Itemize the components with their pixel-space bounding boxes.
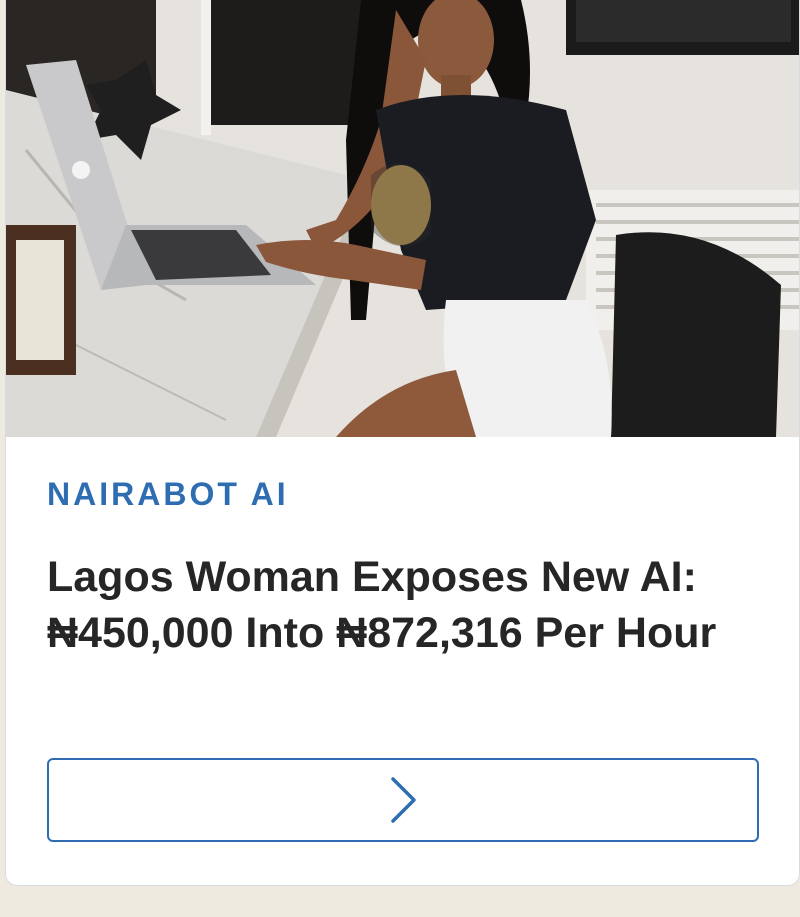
hero-photo-illustration <box>6 0 799 437</box>
cta-button[interactable] <box>47 758 759 842</box>
chevron-right-icon <box>391 777 416 823</box>
ad-card[interactable]: NAIRABOT AI Lagos Woman Exposes New AI: … <box>5 0 800 886</box>
hero-image[interactable] <box>6 0 799 437</box>
advertiser-name: NAIRABOT AI <box>47 476 289 512</box>
ad-headline[interactable]: Lagos Woman Exposes New AI: ₦450,000 Int… <box>47 549 767 661</box>
